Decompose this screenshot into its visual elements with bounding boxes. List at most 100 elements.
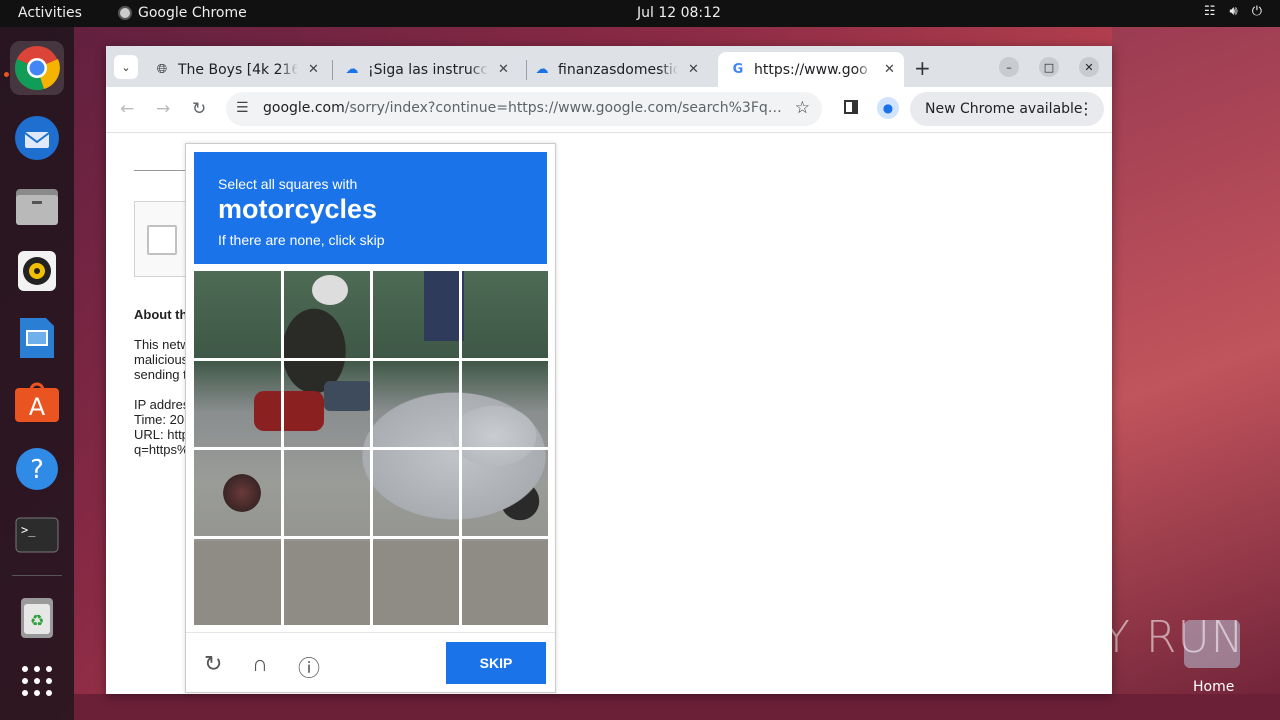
headphones-icon[interactable]: ∩	[252, 651, 268, 677]
close-tab-icon[interactable]: ✕	[308, 62, 319, 77]
target-object: motorcycles	[218, 194, 378, 224]
activities-button[interactable]: Activities	[18, 5, 82, 21]
clock[interactable]: Jul 12 08:12	[637, 5, 721, 21]
para-line: Time: 20	[134, 412, 185, 427]
download-cloud-icon: ☁	[345, 62, 359, 77]
info-icon[interactable]: ⓘ	[298, 651, 320, 683]
grid-tile[interactable]	[194, 538, 281, 625]
trash-icon[interactable]: ♻	[10, 591, 64, 645]
close-window-button[interactable]: ✕	[1079, 57, 1099, 77]
para-line: URL: http	[134, 427, 189, 442]
new-tab-button[interactable]: +	[914, 56, 931, 80]
address-bar[interactable]: ☰ google.com/sorry/index?continue=https:…	[226, 92, 822, 126]
chevron-down-icon: ⌄	[121, 60, 131, 74]
instruction-line: Select all squares with	[218, 176, 358, 192]
grid-tile[interactable]	[283, 271, 370, 358]
grid-tile[interactable]	[461, 538, 548, 625]
back-button[interactable]: ←	[120, 99, 134, 119]
grid-tile[interactable]	[461, 360, 548, 447]
google-icon: G	[732, 62, 744, 77]
bookmark-star-icon[interactable]: ☆	[795, 98, 810, 118]
url-text[interactable]: google.com/sorry/index?continue=https://…	[263, 100, 787, 116]
para-line: sending t	[134, 367, 187, 382]
recaptcha-checkbox[interactable]	[147, 225, 177, 255]
image-grid	[194, 271, 548, 625]
minimize-button[interactable]: –	[999, 57, 1019, 77]
system-tray[interactable]: ☷ 🔊︎ ⏻	[1204, 4, 1262, 19]
writer-icon[interactable]	[10, 311, 64, 365]
grid-tile[interactable]	[283, 449, 370, 536]
grid-tile[interactable]	[283, 538, 370, 625]
help-icon[interactable]: ?	[10, 442, 64, 496]
rhythmbox-icon[interactable]	[10, 244, 64, 298]
grid-tile[interactable]	[372, 360, 459, 447]
thunderbird-icon[interactable]	[10, 111, 64, 165]
update-label: New Chrome available	[925, 101, 1083, 117]
grid-tile[interactable]	[194, 271, 281, 358]
more-menu-icon[interactable]: ⋮	[1078, 99, 1094, 118]
page-content: About th This netw malicious sending t I…	[106, 133, 1112, 694]
grid-tile[interactable]	[194, 360, 281, 447]
app-center-icon[interactable]: A	[10, 376, 64, 430]
chrome-small-icon	[118, 6, 132, 20]
tab-title: https://www.goo	[754, 61, 868, 78]
wallpaper-bottom	[74, 694, 1280, 720]
para-line: IP addres	[134, 397, 190, 412]
about-heading: About th	[134, 307, 188, 322]
para-line: malicious	[134, 352, 189, 367]
skip-button[interactable]: SKIP	[446, 642, 546, 684]
grid-tile[interactable]	[461, 271, 548, 358]
tab-title: ¡Siga las instrucci	[368, 61, 488, 78]
terminal-icon[interactable]: >_	[10, 508, 64, 562]
close-tab-icon[interactable]: ✕	[498, 62, 509, 77]
new-chrome-available-button[interactable]: New Chrome available ⋮	[910, 92, 1104, 126]
chrome-icon[interactable]	[10, 41, 64, 95]
grid-tile[interactable]	[372, 449, 459, 536]
grid-tile[interactable]	[194, 449, 281, 536]
side-panel-icon[interactable]	[844, 100, 858, 114]
apps-grid-icon[interactable]	[10, 654, 64, 708]
grid-tile[interactable]	[372, 271, 459, 358]
tab-strip: ⌄ 🌐︎ The Boys [4k 2160 ✕ ☁ ¡Siga las ins…	[106, 46, 1112, 87]
grid-line	[194, 447, 548, 450]
maximize-button[interactable]: □	[1039, 57, 1059, 77]
home-label[interactable]: Home	[1193, 679, 1234, 695]
tab-finanzasdomestic[interactable]: ☁ finanzasdomestic ✕	[522, 52, 714, 87]
download-cloud-icon: ☁	[535, 62, 549, 77]
tab-search-button[interactable]: ⌄	[114, 55, 138, 79]
tab-google-active[interactable]: G https://www.goo ✕	[718, 52, 904, 87]
dock-separator	[12, 575, 62, 576]
tab-title: finanzasdomestic	[558, 61, 678, 78]
running-indicator	[4, 72, 9, 77]
instruction-hint: If there are none, click skip	[218, 232, 385, 248]
close-tab-icon[interactable]: ✕	[884, 62, 895, 77]
tab-the-boys[interactable]: 🌐︎ The Boys [4k 2160 ✕	[142, 52, 328, 87]
grid-line	[194, 358, 548, 361]
grid-tile[interactable]	[461, 449, 548, 536]
network-icon[interactable]: ☷	[1204, 4, 1216, 19]
svg-text:♻: ♻	[30, 611, 44, 630]
app-menu[interactable]: Google Chrome	[118, 5, 247, 21]
close-tab-icon[interactable]: ✕	[688, 62, 699, 77]
url-path: /sorry/index?continue=https://www.google…	[344, 100, 787, 116]
grid-tile[interactable]	[283, 360, 370, 447]
files-icon[interactable]	[10, 179, 64, 233]
reload-button[interactable]: ↻	[192, 99, 206, 119]
tab-title: The Boys [4k 2160	[178, 61, 298, 78]
grid-line	[194, 536, 548, 539]
reload-challenge-icon[interactable]: ↻	[204, 651, 222, 677]
svg-text:A: A	[29, 393, 46, 421]
grid-tile[interactable]	[372, 538, 459, 625]
profile-avatar-icon[interactable]: ●	[877, 97, 899, 119]
recaptcha-challenge: Select all squares with motorcycles If t…	[185, 143, 556, 693]
power-icon[interactable]: ⏻	[1252, 4, 1262, 19]
url-domain: google.com	[263, 100, 345, 116]
chrome-window: ⌄ 🌐︎ The Boys [4k 2160 ✕ ☁ ¡Siga las ins…	[106, 46, 1112, 694]
forward-button[interactable]: →	[156, 99, 170, 119]
top-bar: Activities Google Chrome Jul 12 08:12 ☷ …	[0, 0, 1280, 27]
volume-icon[interactable]: 🔊︎	[1230, 4, 1238, 19]
tab-siga-instrucciones[interactable]: ☁ ¡Siga las instrucci ✕	[332, 52, 522, 87]
site-info-icon[interactable]: ☰	[236, 100, 249, 116]
svg-text:?: ?	[30, 455, 44, 485]
para-line: q=https%	[134, 442, 189, 457]
